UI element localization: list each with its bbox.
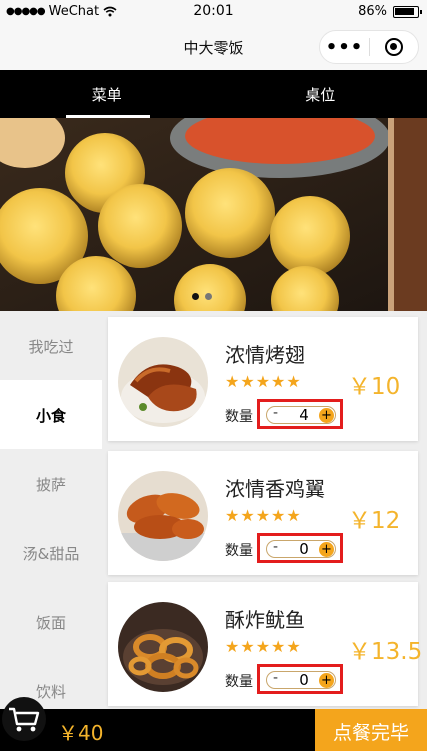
quantity-value: 0: [299, 671, 309, 689]
dish-photo: [118, 602, 208, 692]
quantity-label: 数量: [225, 674, 253, 690]
more-icon[interactable]: •••: [320, 37, 369, 58]
dish-price: ￥12: [348, 508, 401, 534]
battery-percent: 86%: [358, 4, 387, 19]
carousel-indicator: [192, 293, 212, 300]
sidebar-item-soup-dessert[interactable]: 汤&甜品: [0, 518, 102, 587]
increase-button[interactable]: +: [319, 542, 334, 557]
dish-card[interactable]: 浓情烤翅 ★★★★★ ￥10 数量 - 4 +: [108, 317, 418, 441]
sidebar-item-snacks[interactable]: 小食: [0, 380, 102, 449]
cart-bar: ￥40 点餐完毕: [0, 709, 427, 751]
increase-button[interactable]: +: [319, 408, 334, 423]
sidebar-item-history[interactable]: 我吃过: [0, 311, 102, 380]
target-icon: [384, 38, 403, 56]
quantity-value: 0: [299, 540, 309, 558]
carousel-dot-active: [192, 293, 199, 300]
increase-button[interactable]: +: [319, 673, 334, 688]
app-screen: ●●●●● WeChat 20:01 86% 中大零饭 ••• 菜单 桌位 我吃…: [0, 0, 427, 751]
quantity-label: 数量: [225, 409, 253, 425]
cart-total: ￥40: [58, 721, 104, 745]
banner-food-image: [0, 118, 427, 311]
sidebar-item-rice-noodles[interactable]: 饭面: [0, 587, 102, 656]
dish-name: 酥炸鱿鱼: [225, 608, 305, 632]
dish-name: 浓情烤翅: [225, 343, 305, 367]
tab-bar: 菜单 桌位: [0, 70, 427, 118]
sidebar-item-pizza[interactable]: 披萨: [0, 449, 102, 518]
decrease-button[interactable]: -: [273, 539, 278, 555]
decrease-button[interactable]: -: [273, 405, 278, 421]
dish-name: 浓情香鸡翼: [225, 477, 325, 501]
dish-list: 浓情烤翅 ★★★★★ ￥10 数量 - 4 + 浓情香鸡翼 ★★★★★ ￥12 …: [102, 311, 427, 709]
quantity-stepper: - 0 +: [257, 664, 343, 694]
quantity-value: 4: [299, 406, 309, 424]
miniprogram-capsule: •••: [319, 30, 419, 64]
rating-stars-icon: ★★★★★: [225, 506, 302, 525]
rating-stars-icon: ★★★★★: [225, 637, 302, 656]
dish-price: ￥10: [348, 374, 401, 400]
cart-button[interactable]: [2, 697, 46, 741]
cart-icon: [9, 707, 40, 732]
close-miniprogram-button[interactable]: [370, 38, 418, 56]
quantity-label: 数量: [225, 543, 253, 559]
checkout-button[interactable]: 点餐完毕: [315, 709, 427, 751]
carousel-dot: [205, 293, 212, 300]
promo-banner[interactable]: [0, 118, 427, 311]
dish-card[interactable]: 浓情香鸡翼 ★★★★★ ￥12 数量 - 0 +: [108, 451, 418, 575]
dish-price: ￥13.5: [348, 639, 423, 665]
tab-tables[interactable]: 桌位: [214, 70, 427, 118]
status-bar: ●●●●● WeChat 20:01 86%: [0, 0, 427, 24]
dish-card[interactable]: 酥炸鱿鱼 ★★★★★ ￥13.5 数量 - 0 +: [108, 582, 422, 706]
navigation-bar: 中大零饭 •••: [0, 24, 427, 70]
quantity-stepper: - 0 +: [257, 533, 343, 563]
rating-stars-icon: ★★★★★: [225, 372, 302, 391]
dish-photo: [118, 471, 208, 561]
tab-menu[interactable]: 菜单: [0, 70, 214, 118]
battery-icon: [393, 5, 422, 18]
quantity-stepper: - 4 +: [257, 399, 343, 429]
decrease-button[interactable]: -: [273, 670, 278, 686]
category-sidebar: 我吃过 小食 披萨 汤&甜品 饭面 饮料: [0, 311, 102, 709]
dish-photo: [118, 337, 208, 427]
